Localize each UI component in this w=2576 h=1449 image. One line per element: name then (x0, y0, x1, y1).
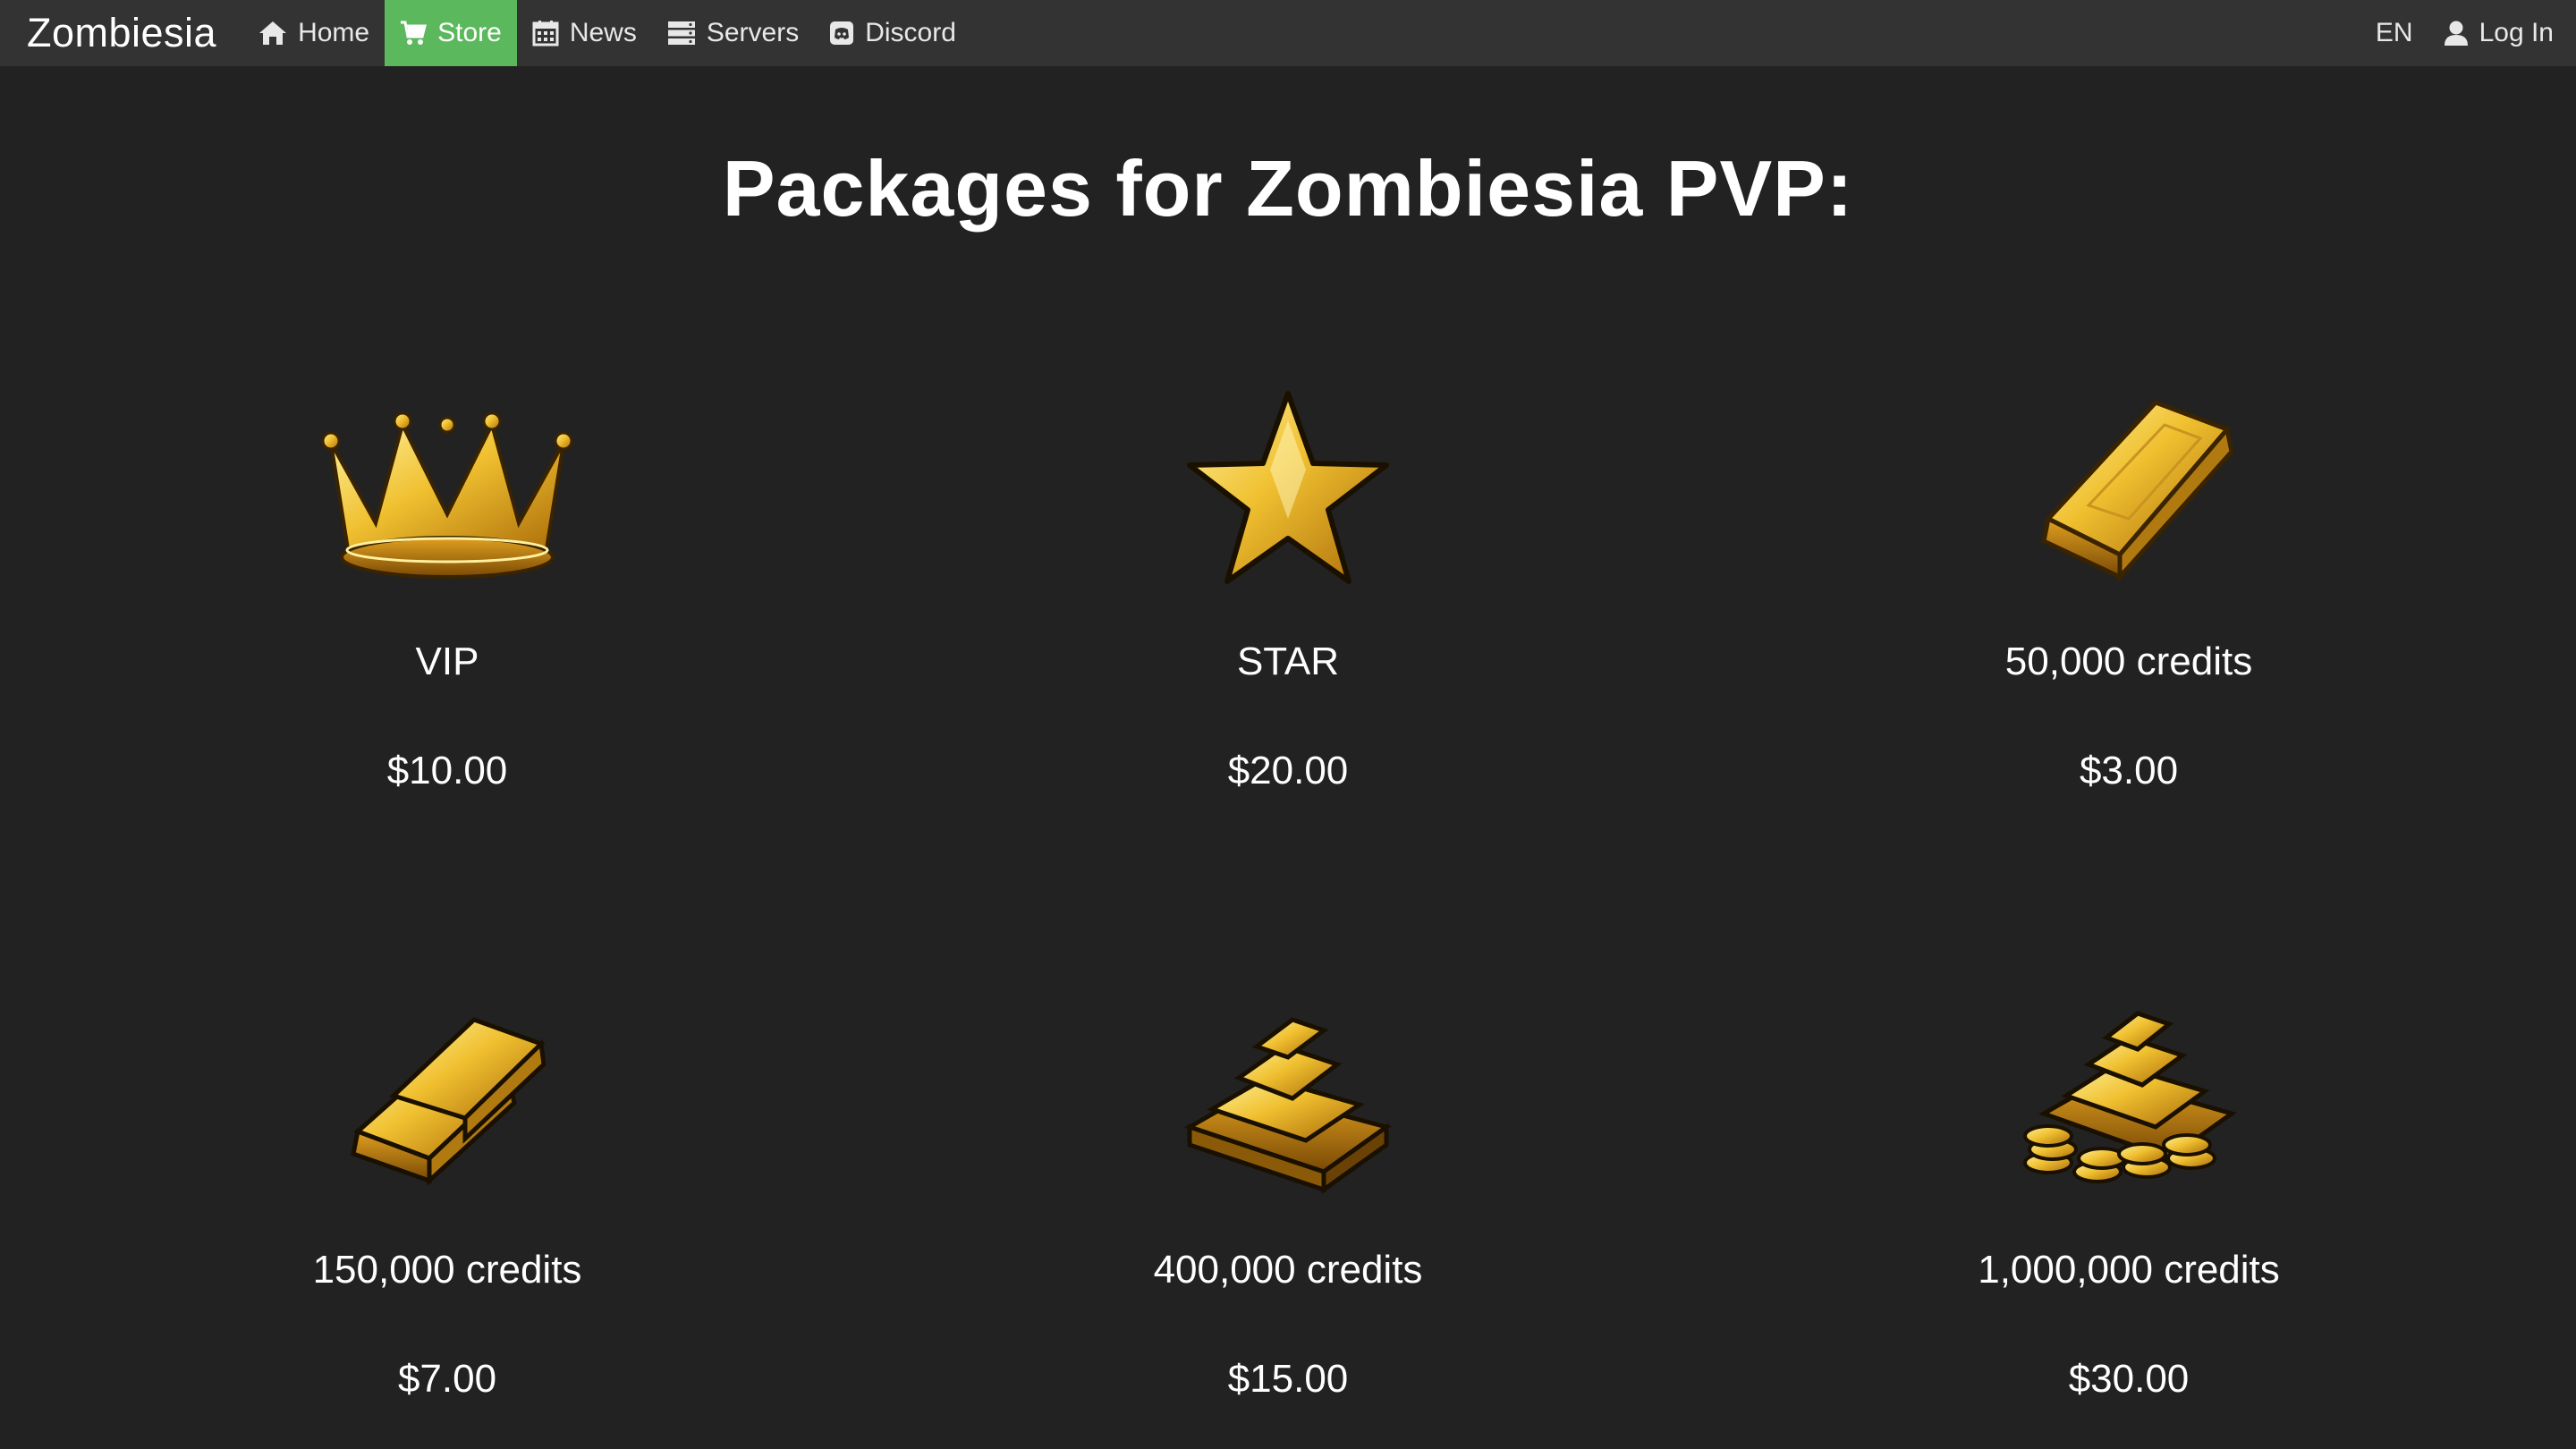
package-name: 50,000 credits (2004, 640, 2253, 683)
login-link[interactable]: Log In (2428, 0, 2569, 66)
package-name: 400,000 credits (1153, 1248, 1423, 1292)
gold-bar-icon (2041, 400, 2234, 583)
package-card-1000000-credits[interactable]: 1,000,000 credits $30.00 (1708, 993, 2549, 1402)
nav-home-label: Home (298, 18, 370, 47)
brand-logo[interactable]: Zombiesia (27, 0, 216, 66)
crown-icon (321, 411, 573, 579)
language-selector[interactable]: EN (2360, 0, 2428, 66)
package-price: $10.00 (386, 749, 508, 792)
package-price: $15.00 (1227, 1357, 1349, 1401)
package-name: 150,000 credits (312, 1248, 582, 1292)
user-icon (2444, 20, 2469, 47)
package-price: $3.00 (2079, 749, 2179, 792)
package-card-150000-credits[interactable]: 150,000 credits $7.00 (27, 993, 868, 1402)
cart-icon (400, 20, 428, 47)
package-name: 1,000,000 credits (1978, 1248, 2280, 1292)
language-label: EN (2375, 18, 2413, 47)
server-icon (667, 20, 696, 47)
star-icon (1187, 391, 1389, 584)
gold-treasure-icon (2023, 1011, 2237, 1183)
package-card-400000-credits[interactable]: 400,000 credits $15.00 (868, 993, 1708, 1402)
nav-store-label: Store (437, 18, 502, 47)
home-icon (258, 20, 287, 47)
nav-store[interactable]: Store (385, 0, 517, 66)
package-card-50000-credits[interactable]: 50,000 credits $3.00 (1708, 385, 2549, 793)
package-card-vip[interactable]: VIP $10.00 (27, 385, 868, 793)
nav-discord-label: Discord (865, 18, 956, 47)
discord-icon (829, 21, 854, 46)
package-price: $30.00 (2068, 1357, 2190, 1401)
package-price: $7.00 (397, 1357, 497, 1401)
nav-servers[interactable]: Servers (652, 0, 814, 66)
nav-home[interactable]: Home (243, 0, 385, 66)
nav-news[interactable]: News (517, 0, 652, 66)
nav-servers-label: Servers (706, 18, 800, 47)
gold-bars-icon (351, 1017, 547, 1186)
nav-news-label: News (569, 18, 637, 47)
page-title: Packages for Zombiesia PVP: (722, 144, 1854, 233)
package-name: STAR (1236, 640, 1340, 683)
package-price: $20.00 (1227, 749, 1349, 792)
gold-pile-icon (1183, 1017, 1392, 1194)
package-card-star[interactable]: STAR $20.00 (868, 385, 1708, 793)
calendar-icon (532, 20, 559, 47)
login-label: Log In (2479, 18, 2554, 47)
package-name: VIP (415, 640, 479, 683)
nav-discord[interactable]: Discord (814, 0, 971, 66)
top-navbar: Zombiesia Home Store News Servers Discor… (0, 0, 2576, 66)
